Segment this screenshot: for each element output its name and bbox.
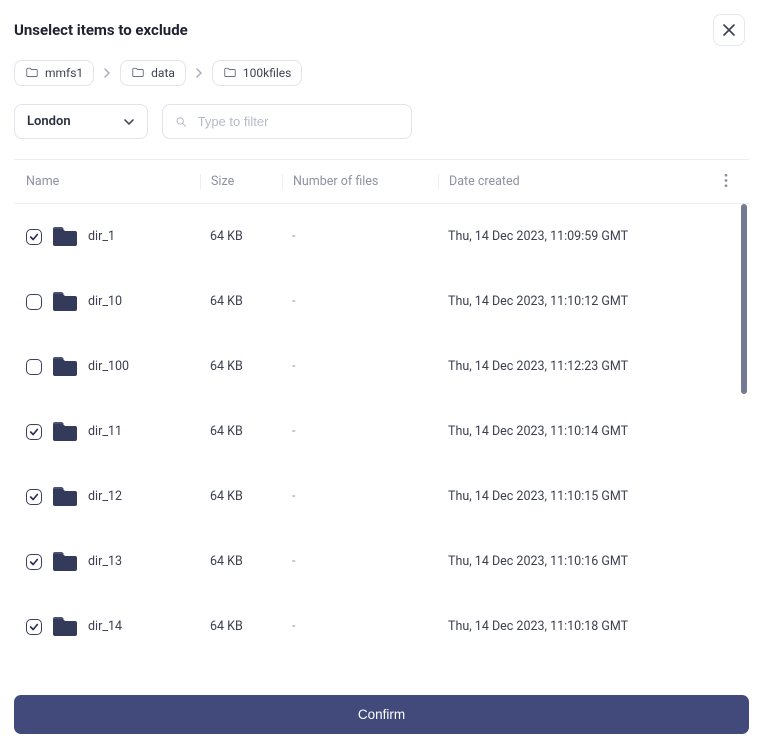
check-icon <box>29 622 39 632</box>
column-header-name[interactable]: Name <box>14 174 200 189</box>
row-name: dir_13 <box>88 554 122 569</box>
breadcrumb-label: mmfs1 <box>45 66 83 80</box>
row-files: - <box>282 229 438 244</box>
close-button[interactable] <box>713 14 745 46</box>
table-row: dir_100 64 KB - Thu, 14 Dec 2023, 11:12:… <box>14 334 749 399</box>
row-size: 64 KB <box>200 554 282 569</box>
row-checkbox[interactable] <box>26 229 42 245</box>
row-date: Thu, 14 Dec 2023, 11:10:12 GMT <box>438 294 749 309</box>
row-size: 64 KB <box>200 489 282 504</box>
folder-icon <box>52 486 78 508</box>
row-date: Thu, 14 Dec 2023, 11:10:16 GMT <box>438 554 749 569</box>
row-date: Thu, 14 Dec 2023, 11:09:59 GMT <box>438 229 749 244</box>
table-row: dir_13 64 KB - Thu, 14 Dec 2023, 11:10:1… <box>14 529 749 594</box>
row-size: 64 KB <box>200 424 282 439</box>
folder-outline-icon <box>25 66 39 80</box>
table-row: dir_1 64 KB - Thu, 14 Dec 2023, 11:09:59… <box>14 204 749 269</box>
table-row: dir_12 64 KB - Thu, 14 Dec 2023, 11:10:1… <box>14 464 749 529</box>
row-size: 64 KB <box>200 359 282 374</box>
table-row: dir_14 64 KB - Thu, 14 Dec 2023, 11:10:1… <box>14 594 749 658</box>
row-name: dir_100 <box>88 359 129 374</box>
row-checkbox[interactable] <box>26 359 42 375</box>
folder-icon <box>52 291 78 313</box>
row-date: Thu, 14 Dec 2023, 11:10:15 GMT <box>438 489 749 504</box>
row-files: - <box>282 554 438 569</box>
row-name: dir_14 <box>88 619 122 634</box>
column-header-files[interactable]: Number of files <box>282 174 438 189</box>
folder-outline-icon <box>223 66 237 80</box>
chevron-right-icon <box>102 68 112 78</box>
row-checkbox[interactable] <box>26 424 42 440</box>
folder-icon <box>52 551 78 573</box>
filter-input[interactable] <box>198 114 399 129</box>
search-icon <box>175 115 188 129</box>
row-files: - <box>282 294 438 309</box>
breadcrumb-item[interactable]: 100kfiles <box>212 60 302 86</box>
row-name: dir_10 <box>88 294 122 309</box>
check-icon <box>29 492 39 502</box>
row-name: dir_1 <box>88 229 115 244</box>
row-files: - <box>282 619 438 634</box>
breadcrumb-item[interactable]: mmfs1 <box>14 60 94 86</box>
folder-outline-icon <box>131 66 145 80</box>
folder-icon <box>52 421 78 443</box>
check-icon <box>29 232 39 242</box>
region-select-value: London <box>27 114 71 129</box>
table-header: Name Size Number of files Date created <box>14 159 749 204</box>
row-checkbox[interactable] <box>26 489 42 505</box>
breadcrumb-label: 100kfiles <box>243 66 291 80</box>
row-checkbox[interactable] <box>26 554 42 570</box>
folder-icon <box>52 226 78 248</box>
row-name: dir_12 <box>88 489 122 504</box>
row-files: - <box>282 489 438 504</box>
row-date: Thu, 14 Dec 2023, 11:12:23 GMT <box>438 359 749 374</box>
folder-icon <box>52 616 78 638</box>
region-select[interactable]: London <box>14 104 148 139</box>
check-icon <box>29 557 39 567</box>
scrollbar-thumb[interactable] <box>741 204 747 394</box>
filter-field[interactable] <box>162 104 412 139</box>
chevron-down-icon <box>123 116 135 128</box>
table-body: dir_1 64 KB - Thu, 14 Dec 2023, 11:09:59… <box>14 204 749 658</box>
table-row: dir_11 64 KB - Thu, 14 Dec 2023, 11:10:1… <box>14 399 749 464</box>
confirm-button[interactable]: Confirm <box>14 695 749 734</box>
row-name: dir_11 <box>88 424 122 439</box>
breadcrumb-label: data <box>151 66 175 80</box>
breadcrumb-item[interactable]: data <box>120 60 186 86</box>
close-icon <box>723 24 735 36</box>
chevron-right-icon <box>194 68 204 78</box>
check-icon <box>29 427 39 437</box>
row-size: 64 KB <box>200 229 282 244</box>
row-size: 64 KB <box>200 619 282 634</box>
folder-icon <box>52 356 78 378</box>
column-header-date[interactable]: Date created <box>438 174 749 189</box>
row-date: Thu, 14 Dec 2023, 11:10:18 GMT <box>438 619 749 634</box>
row-files: - <box>282 424 438 439</box>
kebab-icon <box>719 173 733 187</box>
column-header-size[interactable]: Size <box>200 174 282 189</box>
row-size: 64 KB <box>200 294 282 309</box>
column-options-button[interactable] <box>719 172 733 191</box>
row-checkbox[interactable] <box>26 294 42 310</box>
table-row: dir_10 64 KB - Thu, 14 Dec 2023, 11:10:1… <box>14 269 749 334</box>
row-checkbox[interactable] <box>26 619 42 635</box>
page-title: Unselect items to exclude <box>14 21 188 39</box>
row-date: Thu, 14 Dec 2023, 11:10:14 GMT <box>438 424 749 439</box>
breadcrumb: mmfs1 data 100kfiles <box>14 60 749 86</box>
row-files: - <box>282 359 438 374</box>
